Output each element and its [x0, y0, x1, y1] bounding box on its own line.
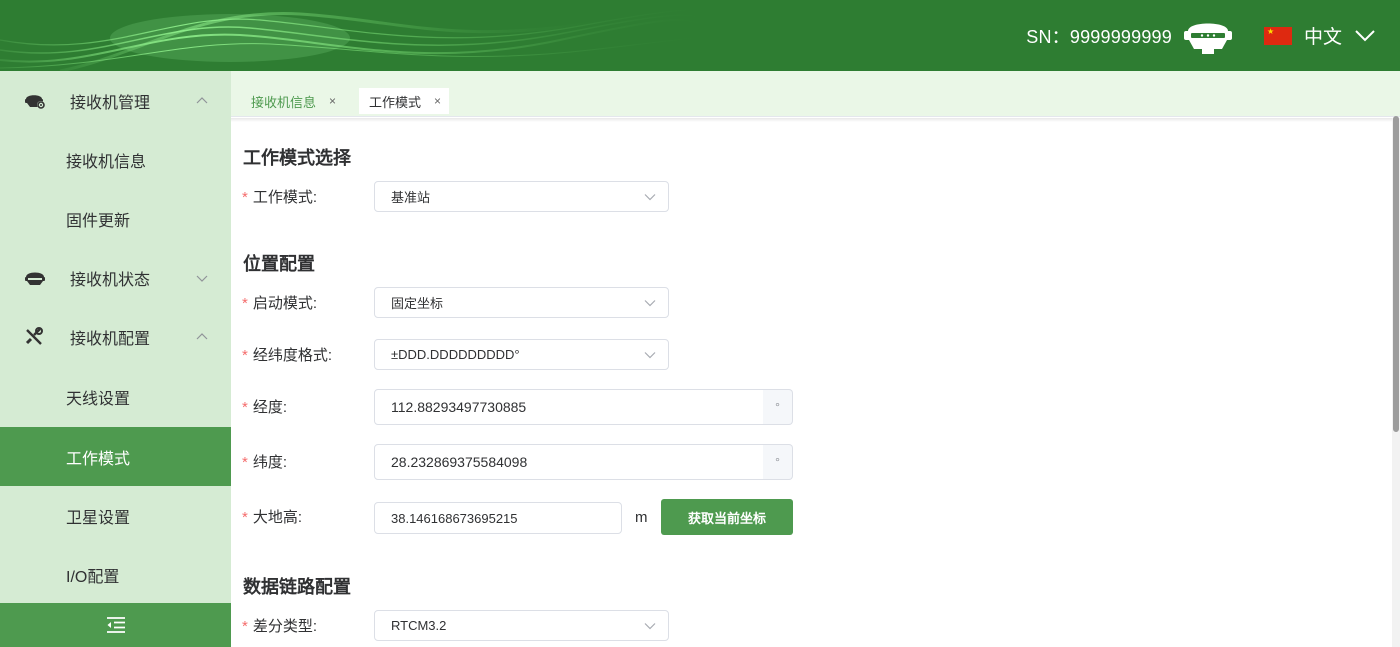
tools-icon	[24, 326, 44, 347]
coord-format-label: * 经纬度格式:	[242, 344, 332, 365]
required-mark: *	[242, 399, 248, 416]
chevron-down-icon	[644, 193, 656, 201]
diff-type-select[interactable]: RTCM3.2	[374, 610, 669, 641]
chevron-up-icon	[196, 96, 208, 105]
gnss-receiver-icon	[1182, 17, 1234, 55]
height-input[interactable]: 38.146168673695215	[374, 502, 622, 534]
chevron-up-icon	[196, 332, 208, 341]
menu-collapse-icon	[106, 617, 126, 633]
chevron-down-icon	[644, 351, 656, 359]
serial-number: SN：9999999999	[1026, 26, 1172, 47]
diff-type-label: * 差分类型:	[242, 615, 317, 636]
sidebar-item-label: 固件更新	[66, 212, 131, 230]
select-value: RTCM3.2	[391, 618, 447, 633]
longitude-label: * 经度:	[242, 396, 287, 417]
select-value: 基准站	[391, 190, 431, 205]
sidebar-item-antenna-settings[interactable]: 天线设置	[0, 367, 231, 426]
chevron-down-icon	[196, 274, 208, 282]
main-content: 工作模式选择 * 工作模式: 基准站 位置配置 * 启动模式: 固定坐标 * 经纬度格…	[231, 118, 1400, 647]
required-mark: *	[242, 189, 248, 206]
sidebar-item-firmware-update[interactable]: 固件更新	[0, 189, 231, 248]
sidebar-group-receiver-config[interactable]: 接收机配置	[0, 307, 231, 366]
work-mode-select[interactable]: 基准站	[374, 181, 669, 212]
sidebar-collapse-button[interactable]	[0, 603, 231, 647]
section-title-work-mode: 工作模式选择	[243, 148, 351, 168]
receiver-status-icon	[24, 270, 46, 286]
select-value: ±DDD.DDDDDDDDD°	[391, 347, 520, 362]
label-text: 工作模式:	[252, 189, 318, 206]
receiver-gear-icon	[24, 93, 46, 109]
sidebar: 接收机管理 接收机信息 固件更新 接收机状态 接收机配置 天线设置 工作模式 卫…	[0, 71, 231, 647]
required-mark: *	[242, 295, 248, 312]
scrollbar-thumb[interactable]	[1393, 116, 1399, 432]
tab-bar: 接收机信息 × 工作模式 ×	[231, 71, 1400, 117]
sidebar-item-work-mode[interactable]: 工作模式	[0, 427, 231, 486]
tab-receiver-info[interactable]: 接收机信息 ×	[251, 88, 336, 114]
required-mark: *	[242, 454, 248, 471]
divider	[231, 118, 1400, 122]
sidebar-item-io-config[interactable]: I/O配置	[0, 545, 231, 604]
top-header: SN：9999999999 ★ 中文	[0, 0, 1400, 71]
degree-unit: °	[763, 444, 793, 480]
chevron-down-icon	[644, 622, 656, 630]
height-label: * 大地高:	[242, 506, 302, 527]
language-selector[interactable]: 中文	[1304, 22, 1342, 49]
sidebar-item-label: 卫星设置	[66, 509, 131, 527]
chevron-down-icon	[644, 299, 656, 307]
coord-format-select[interactable]: ±DDD.DDDDDDDDD°	[374, 339, 669, 370]
china-flag-icon[interactable]: ★	[1263, 26, 1292, 45]
label-text: 纬度:	[252, 454, 288, 471]
chevron-down-icon[interactable]	[1354, 29, 1376, 43]
label-text: 经纬度格式:	[252, 347, 333, 364]
sidebar-item-label: 天线设置	[66, 390, 131, 408]
close-icon[interactable]: ×	[434, 94, 441, 108]
close-icon[interactable]: ×	[329, 94, 336, 108]
label-text: 启动模式:	[252, 295, 318, 312]
sidebar-group-receiver-management[interactable]: 接收机管理	[0, 71, 231, 130]
sidebar-item-label: 工作模式	[66, 450, 131, 468]
section-title-datalink: 数据链路配置	[243, 577, 351, 597]
sidebar-item-label: I/O配置	[66, 568, 120, 586]
sidebar-group-label: 接收机管理	[70, 94, 151, 112]
header-wave-decoration	[0, 9, 720, 71]
tab-work-mode[interactable]: 工作模式 ×	[359, 88, 450, 114]
tab-label: 接收机信息	[251, 94, 317, 110]
work-mode-label: * 工作模式:	[242, 186, 317, 207]
sidebar-group-label: 接收机配置	[70, 330, 151, 348]
height-unit: m	[635, 509, 648, 526]
sidebar-group-label: 接收机状态	[70, 271, 151, 289]
start-mode-label: * 启动模式:	[242, 292, 317, 313]
required-mark: *	[242, 509, 248, 526]
get-current-coordinates-button[interactable]: 获取当前坐标	[661, 499, 793, 535]
latitude-input[interactable]: 28.232869375584098	[374, 444, 765, 480]
label-text: 大地高:	[252, 509, 303, 526]
label-text: 差分类型:	[252, 618, 318, 635]
sidebar-item-label: 接收机信息	[66, 153, 147, 171]
required-mark: *	[242, 347, 248, 364]
sidebar-group-receiver-status[interactable]: 接收机状态	[0, 248, 231, 307]
degree-unit: °	[763, 389, 793, 425]
sidebar-item-satellite-settings[interactable]: 卫星设置	[0, 486, 231, 545]
section-title-position: 位置配置	[243, 254, 315, 274]
latitude-label: * 纬度:	[242, 451, 287, 472]
tab-label: 工作模式	[369, 94, 422, 110]
sidebar-item-receiver-info[interactable]: 接收机信息	[0, 130, 231, 189]
longitude-input[interactable]: 112.88293497730885	[374, 389, 765, 425]
select-value: 固定坐标	[391, 296, 444, 311]
required-mark: *	[242, 618, 248, 635]
label-text: 经度:	[252, 399, 288, 416]
start-mode-select[interactable]: 固定坐标	[374, 287, 669, 318]
